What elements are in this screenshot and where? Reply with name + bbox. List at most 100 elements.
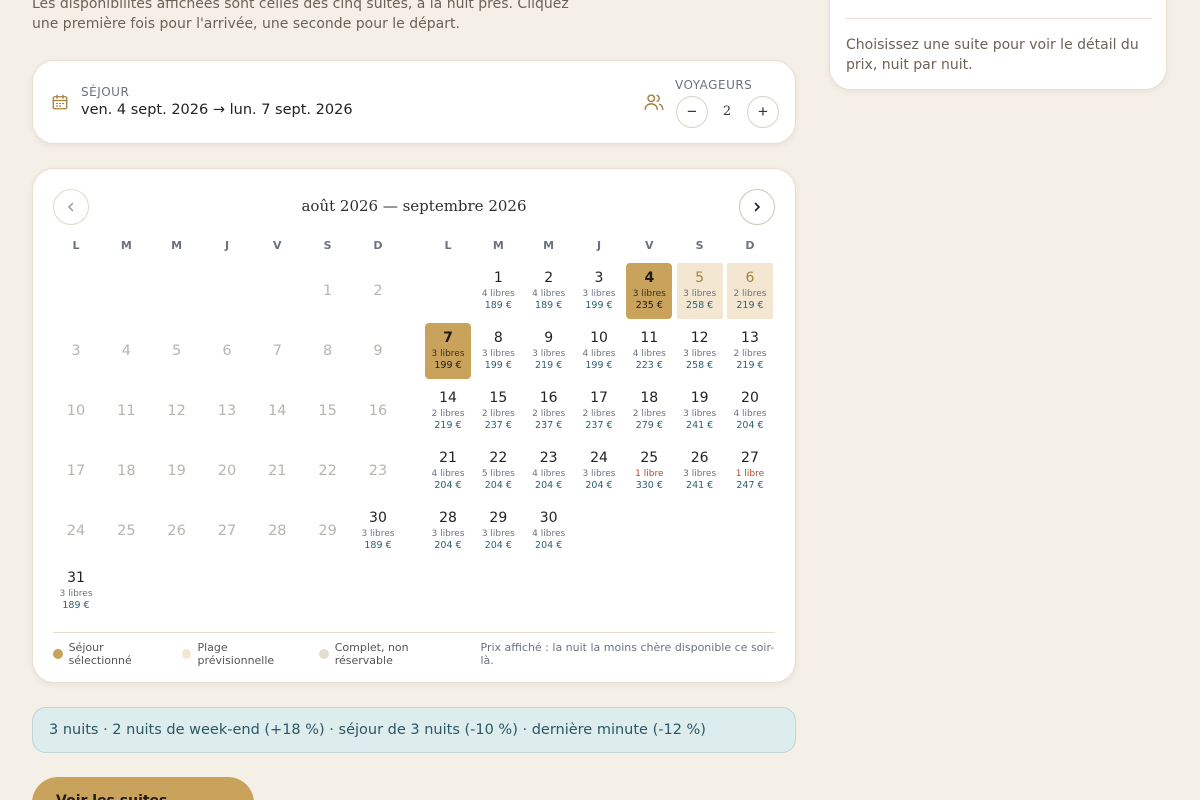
calendar-day[interactable]: 19 3 libres 241 € bbox=[677, 383, 723, 439]
calendar-day-past: 5 bbox=[154, 323, 200, 379]
day-number: 16 bbox=[368, 403, 388, 419]
day-number: 7 bbox=[272, 343, 282, 359]
calendar-day[interactable]: 28 3 libres 204 € bbox=[425, 503, 471, 559]
calendar-day[interactable]: 10 4 libres 199 € bbox=[576, 323, 622, 379]
calendar-day[interactable]: 26 3 libres 241 € bbox=[677, 443, 723, 499]
legend-label: Séjour sélectionné bbox=[68, 641, 132, 667]
calendar-day[interactable]: 31 3 libres 189 € bbox=[53, 563, 99, 619]
legend-item-selected: Séjour sélectionné bbox=[53, 641, 166, 667]
day-price: 258 € bbox=[686, 360, 714, 371]
calendar-day[interactable]: 14 2 libres 219 € bbox=[425, 383, 471, 439]
calendar-icon bbox=[52, 94, 68, 110]
day-number: 4 bbox=[121, 343, 131, 359]
day-number: 22 bbox=[489, 450, 508, 466]
day-number: 25 bbox=[640, 450, 659, 466]
day-number: 29 bbox=[318, 523, 337, 539]
calendar-day[interactable]: 9 3 libres 219 € bbox=[526, 323, 572, 379]
weekday-header: L bbox=[444, 239, 452, 252]
day-number: 29 bbox=[489, 510, 508, 526]
month-grid-september: LMMJVSD14 libres 189 €2 4 libres 189 €3 3 li… bbox=[425, 239, 777, 559]
day-availability: 2 libres bbox=[632, 409, 666, 419]
calendar-day[interactable]: 17 2 libres 237 € bbox=[576, 383, 622, 439]
calendar-day-past: 23 bbox=[355, 443, 401, 499]
calendar-day[interactable]: 21 4 libres 204 € bbox=[425, 443, 471, 499]
day-availability: 3 libres bbox=[481, 529, 515, 539]
stay-dates[interactable]: ven. 4 sept. 2026 → lun. 7 sept. 2026 bbox=[81, 102, 353, 118]
calendar-day-past: 17 bbox=[53, 443, 99, 499]
stay-card: SÉJOUR ven. 4 sept. 2026 → lun. 7 sept. … bbox=[32, 60, 796, 144]
day-number: 18 bbox=[117, 463, 136, 479]
calendar-day[interactable]: 7 3 libres 199 € bbox=[425, 323, 471, 379]
calendar-day-past: 14 bbox=[254, 383, 300, 439]
calendar-day[interactable]: 16 2 libres 237 € bbox=[526, 383, 572, 439]
calendar-day[interactable]: 13 2 libres 219 € bbox=[727, 323, 773, 379]
day-price: 189 € bbox=[535, 300, 563, 311]
calendar-day[interactable]: 20 4 libres 204 € bbox=[727, 383, 773, 439]
calendar-day[interactable]: 24 3 libres 204 € bbox=[576, 443, 622, 499]
day-number: 23 bbox=[539, 450, 558, 466]
calendar-day[interactable]: 1 4 libres 189 € bbox=[475, 263, 521, 319]
day-price: 204 € bbox=[585, 480, 613, 491]
weekday-header: V bbox=[273, 239, 282, 252]
calendar-day-past: 20 bbox=[204, 443, 250, 499]
calendar-day[interactable]: 4 3 libres 235 € bbox=[626, 263, 673, 319]
day-price: 237 € bbox=[535, 420, 563, 431]
day-availability: 3 libres bbox=[532, 349, 566, 359]
guests-increase-button[interactable]: + bbox=[747, 96, 779, 128]
calendar-day[interactable]: 12 3 libres 258 € bbox=[677, 323, 723, 379]
calendar-day[interactable]: 3 3 libres 199 € bbox=[576, 263, 622, 319]
day-number: 24 bbox=[590, 450, 608, 466]
day-number: 13 bbox=[217, 403, 237, 419]
calendar-day-past: 1 bbox=[305, 263, 351, 319]
calendar-day[interactable]: 18 2 libres 279 € bbox=[626, 383, 672, 439]
day-price: 189 € bbox=[364, 540, 392, 551]
day-availability: 2 libres bbox=[481, 409, 515, 419]
day-availability: 1 libre bbox=[735, 469, 765, 479]
day-price: 204 € bbox=[484, 480, 512, 491]
calendar-day[interactable]: 27 1 libre 247 € bbox=[727, 443, 773, 499]
day-availability: 3 libres bbox=[361, 529, 395, 539]
day-number: 21 bbox=[268, 463, 287, 479]
calendar-day[interactable]: 23 4 libres 204 € bbox=[526, 443, 572, 499]
weekday-header: M bbox=[171, 239, 183, 252]
day-availability: 3 libres bbox=[481, 349, 515, 359]
day-price: 219 € bbox=[736, 360, 764, 371]
day-number: 13 bbox=[741, 330, 759, 346]
day-availability: 5 libres bbox=[481, 469, 515, 479]
calendar-day[interactable]: 8 3 libres 199 € bbox=[475, 323, 521, 379]
next-month-button[interactable] bbox=[739, 189, 775, 225]
calendar-day[interactable]: 5 3 libres 258 € bbox=[676, 263, 723, 319]
day-number: 18 bbox=[640, 390, 659, 406]
calendar-day-past: 11 bbox=[103, 383, 149, 439]
legend-dot-range bbox=[181, 649, 192, 659]
calendar-day-past: 12 bbox=[154, 383, 200, 439]
weekday-header: D bbox=[373, 239, 383, 252]
day-price: 199 € bbox=[434, 360, 462, 371]
calendar-day[interactable]: 15 2 libres 237 € bbox=[475, 383, 521, 439]
view-suites-button[interactable]: Voir les suites disponibles bbox=[32, 777, 254, 800]
guests-decrease-button[interactable]: − bbox=[676, 96, 708, 128]
calendar-day-past: 4 bbox=[103, 323, 149, 379]
calendar-day[interactable]: 2 4 libres 189 € bbox=[526, 263, 572, 319]
day-price: 241 € bbox=[686, 420, 714, 431]
calendar-day[interactable]: 25 1 libre 330 € bbox=[626, 443, 672, 499]
calendar-day[interactable]: 29 3 libres 204 € bbox=[475, 503, 521, 559]
weekday-header: V bbox=[645, 239, 654, 252]
calendar-day[interactable]: 30 3 libres 189 € bbox=[355, 503, 401, 559]
day-price: 204 € bbox=[535, 480, 563, 491]
calendar-day[interactable]: 6 2 libres 219 € bbox=[726, 263, 773, 319]
day-price: 204 € bbox=[484, 540, 512, 551]
month-grid-august: L M M J V S D 1 2 3 4 5 6 7 8 9 10 11 12 13 14 15 16 17 18 19 20 21… bbox=[53, 239, 405, 619]
weekday-header: J bbox=[224, 239, 230, 252]
day-availability: 2 libres bbox=[733, 349, 767, 359]
legend-dot-full bbox=[319, 649, 329, 659]
calendar-day-past: 29 bbox=[305, 503, 351, 559]
day-price: 237 € bbox=[484, 420, 512, 431]
day-availability: 2 libres bbox=[582, 409, 616, 419]
calendar-day[interactable]: 22 5 libres 204 € bbox=[475, 443, 521, 499]
calendar-day[interactable]: 11 4 libres 223 € bbox=[626, 323, 672, 379]
day-number: 9 bbox=[544, 330, 554, 346]
day-availability: 4 libres bbox=[582, 349, 616, 359]
guests-label: VOYAGEURS bbox=[675, 78, 753, 92]
calendar-day[interactable]: 30 4 libres 204 € bbox=[526, 503, 572, 559]
